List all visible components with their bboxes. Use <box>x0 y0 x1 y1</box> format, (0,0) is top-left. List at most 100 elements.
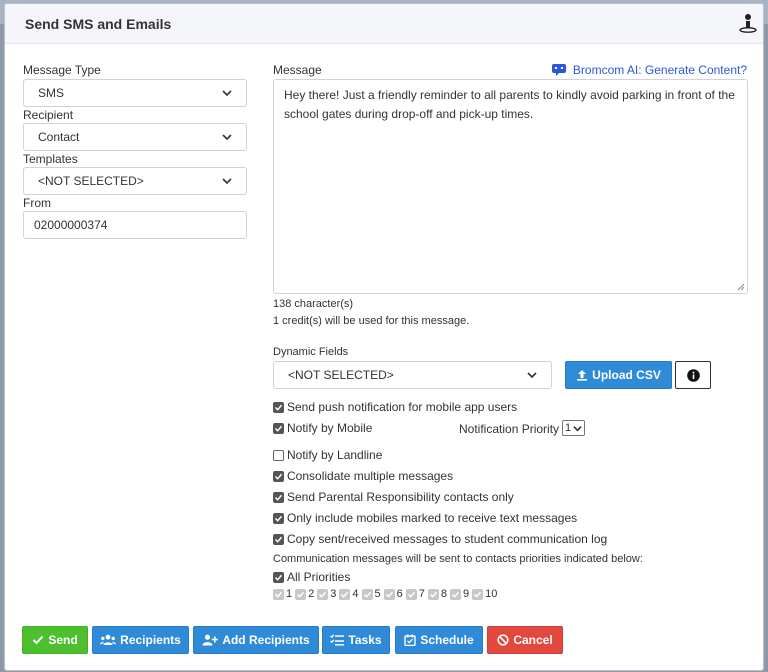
recipients-label: Recipients <box>120 633 181 647</box>
tasks-list-icon <box>330 634 345 646</box>
all-priorities-label: All Priorities <box>287 570 351 584</box>
send-button[interactable]: Send <box>22 626 88 654</box>
modal-header: Send SMS and Emails <box>5 4 763 44</box>
copy-log-label: Copy sent/received messages to student c… <box>287 532 608 546</box>
upload-icon <box>577 370 588 381</box>
chevron-down-icon <box>527 372 537 379</box>
priority-item[interactable]: 4 <box>339 588 359 600</box>
consolidate-checkbox[interactable] <box>273 470 284 482</box>
send-label: Send <box>48 633 78 647</box>
recipients-button[interactable]: Recipients <box>92 626 189 654</box>
priority-label: 1 <box>286 588 293 600</box>
from-label: From <box>23 196 51 210</box>
priority-item[interactable]: 10 <box>472 588 497 600</box>
copy-log-option[interactable]: Copy sent/received messages to student c… <box>273 532 607 546</box>
notification-priority-label: Notification Priority <box>459 422 560 436</box>
notify-landline-label: Notify by Landline <box>287 448 383 462</box>
copy-log-checkbox[interactable] <box>273 533 284 545</box>
push-notification-checkbox[interactable] <box>273 401 284 413</box>
robot-chat-icon <box>551 64 566 76</box>
priority-label: 8 <box>440 588 447 600</box>
ban-icon <box>497 634 509 646</box>
dynamic-fields-select[interactable]: <NOT SELECTED> <box>273 361 552 389</box>
all-priorities-option[interactable]: All Priorities <box>273 570 350 584</box>
priority-label: 7 <box>418 588 425 600</box>
priority-checkbox[interactable] <box>361 588 373 600</box>
priority-checkbox[interactable] <box>339 588 351 600</box>
message-textarea[interactable]: Hey there! Just a friendly reminder to a… <box>273 79 748 294</box>
priority-item[interactable]: 2 <box>295 588 314 600</box>
recipient-label: Recipient <box>23 108 74 122</box>
priority-label: 4 <box>352 588 359 600</box>
ai-generate-link[interactable]: Bromcom AI: Generate Content? <box>551 63 747 77</box>
priority-label: 3 <box>330 588 337 600</box>
consolidate-label: Consolidate multiple messages <box>287 469 454 483</box>
chevron-down-icon <box>222 134 232 141</box>
resize-handle-icon[interactable] <box>737 283 745 291</box>
priority-label: 9 <box>463 588 470 600</box>
only-mobiles-checkbox[interactable] <box>273 512 284 524</box>
priority-checkbox[interactable] <box>472 588 484 600</box>
priority-checkbox[interactable] <box>405 588 417 600</box>
from-field[interactable]: 02000000374 <box>23 211 247 239</box>
cancel-label: Cancel <box>513 633 553 647</box>
message-type-select[interactable]: SMS <box>23 79 247 107</box>
priority-item[interactable]: 1 <box>273 588 292 600</box>
chevron-down-icon <box>573 425 582 431</box>
user-plus-icon <box>202 634 219 646</box>
priority-item[interactable]: 5 <box>361 588 381 600</box>
priority-item[interactable]: 7 <box>405 588 425 600</box>
person-pin-icon[interactable] <box>739 13 757 33</box>
priority-item[interactable]: 6 <box>383 588 403 600</box>
priority-label: 2 <box>308 588 315 600</box>
tasks-button[interactable]: Tasks <box>322 626 390 654</box>
message-type-label: Message Type <box>23 63 101 77</box>
credits-info: 1 credit(s) will be used for this messag… <box>273 315 470 327</box>
parental-responsibility-label: Send Parental Responsibility contacts on… <box>287 490 514 504</box>
notification-priority-value: 1 <box>565 422 572 434</box>
notify-mobile-option[interactable]: Notify by Mobile <box>273 421 372 435</box>
priority-checkbox[interactable] <box>295 588 307 600</box>
templates-select[interactable]: <NOT SELECTED> <box>23 167 247 195</box>
upload-csv-button[interactable]: Upload CSV <box>565 361 672 389</box>
priority-checkbox[interactable] <box>273 588 284 600</box>
priority-checkbox[interactable] <box>317 588 329 600</box>
priority-item[interactable]: 9 <box>450 588 469 600</box>
tasks-label: Tasks <box>348 633 382 647</box>
info-button[interactable] <box>675 361 711 389</box>
add-recipients-button[interactable]: Add Recipients <box>193 626 319 654</box>
message-type-value: SMS <box>38 86 65 100</box>
only-mobiles-option[interactable]: Only include mobiles marked to receive t… <box>273 511 577 525</box>
notification-priority-select[interactable]: 1 <box>562 420 585 436</box>
consolidate-option[interactable]: Consolidate multiple messages <box>273 469 453 483</box>
schedule-button[interactable]: Schedule <box>395 626 483 654</box>
notify-landline-checkbox[interactable] <box>273 449 284 461</box>
parental-responsibility-checkbox[interactable] <box>273 491 284 503</box>
priority-item[interactable]: 8 <box>427 588 447 600</box>
send-sms-modal: Send SMS and Emails Message Type SMS Rec… <box>4 3 764 671</box>
recipient-value: Contact <box>38 130 80 144</box>
priority-checkbox[interactable] <box>383 588 395 600</box>
dynamic-fields-value: <NOT SELECTED> <box>288 368 394 382</box>
chevron-down-icon <box>222 178 232 185</box>
all-priorities-checkbox[interactable] <box>273 571 284 583</box>
recipient-select[interactable]: Contact <box>23 123 247 151</box>
priority-checkbox[interactable] <box>450 588 461 600</box>
notify-landline-option[interactable]: Notify by Landline <box>273 448 382 462</box>
priority-label: 10 <box>485 588 498 600</box>
parental-responsibility-option[interactable]: Send Parental Responsibility contacts on… <box>273 490 514 504</box>
priority-checkbox[interactable] <box>427 588 439 600</box>
notify-mobile-checkbox[interactable] <box>273 422 284 434</box>
character-count: 138 character(s) <box>273 298 354 310</box>
cancel-button[interactable]: Cancel <box>487 626 563 654</box>
priority-item[interactable]: 3 <box>317 588 336 600</box>
message-text: Hey there! Just a friendly reminder to a… <box>284 88 735 121</box>
priority-checkbox-group: 1 2 3 4 5 6 7 8 9 10 <box>273 588 500 600</box>
from-value: 02000000374 <box>34 218 108 232</box>
push-notification-label: Send push notification for mobile app us… <box>287 400 518 414</box>
priorities-heading: Communication messages will be sent to c… <box>273 553 643 565</box>
templates-value: <NOT SELECTED> <box>38 174 144 188</box>
priority-label: 6 <box>396 588 403 600</box>
templates-label: Templates <box>23 152 78 166</box>
push-notification-option[interactable]: Send push notification for mobile app us… <box>273 400 517 414</box>
